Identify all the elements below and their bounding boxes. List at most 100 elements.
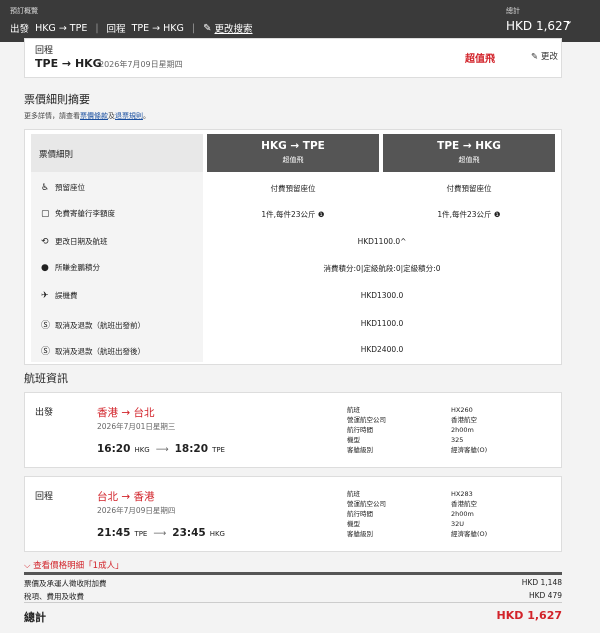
arr-code: TPE <box>212 446 225 454</box>
outbound-route: HKG → TPE <box>35 22 88 34</box>
row-value: 消費積分:0|定級航段:0|定級積分:0 <box>323 264 441 273</box>
detail-row: 營運航空公司 香港航空 <box>347 416 477 424</box>
fare-terms-link[interactable]: 票價條款 <box>80 112 108 120</box>
fare-column-outbound: HKG → TPE 超值飛 <box>207 134 379 172</box>
arr-time: 18:20 <box>174 443 209 455</box>
row-label: 預留座位 <box>55 183 85 192</box>
fare-note: 更多詳情，請查看票價條款及退票規則。 <box>24 111 150 121</box>
fare-rules-header-label: 票價細則 <box>39 150 74 160</box>
fare-surcharge-row: 票價及承運人徵收附加費 HKD 1,148 <box>24 578 562 589</box>
flight-times: 21:45 TPE ⟶ 23:45 HKG <box>97 527 225 539</box>
flight-cities: 香港 → 台北 <box>97 407 155 419</box>
return-card-label: 回程 <box>35 46 54 56</box>
fare-row-seat: ♿ 預留座位 付費預留座位 付費預留座位 <box>25 174 563 200</box>
detail-row: 航班 HX260 <box>347 406 473 414</box>
column-route: HKG → TPE <box>261 140 325 152</box>
return-route: TPE → HKG <box>131 22 184 34</box>
row-value: HKD2400.0 <box>360 345 404 354</box>
divider: | <box>95 22 99 34</box>
miles-icon: ● <box>41 263 49 273</box>
pencil-icon: ✎ <box>531 52 539 62</box>
fare-surcharge-label: 票價及承運人徵收附加費 <box>24 579 107 588</box>
dep-time: 21:45 <box>97 527 131 539</box>
flight-cities: 台北 → 香港 <box>97 491 155 503</box>
change-icon: ⟲ <box>41 237 49 247</box>
total-label: 總計 <box>24 611 46 624</box>
detail-row: 航行時間 2h00m <box>347 426 474 434</box>
dep-code: TPE <box>134 530 148 538</box>
total-label: 總計 <box>506 7 520 15</box>
edit-search-link[interactable]: 更改搜索 <box>214 21 252 35</box>
flight-info-title: 航班資訊 <box>24 372 68 385</box>
change-label: 更改 <box>540 52 558 62</box>
detail-row: 營運航空公司 香港航空 <box>347 500 477 508</box>
tax-row: 稅項、費用及收費 HKD 479 <box>24 591 562 602</box>
fare-summary-title: 票價細則摘要 <box>24 93 90 106</box>
flight-details: 航班 HX283 營運航空公司 香港航空 航行時間 2h00m 機型 32U 客艙級別經… <box>347 489 487 539</box>
row-label: 取消及退款（航班出發前） <box>55 321 145 330</box>
arr-time: 23:45 <box>172 527 206 539</box>
detail-row: 航班 HX283 <box>347 490 473 498</box>
chevron-down-icon: ⌵ <box>24 561 31 571</box>
fare-row-change: ⟲ 更改日期及航班 HKD1100.0^ <box>25 228 563 254</box>
divider <box>24 572 562 575</box>
row-label: 取消及退款（航班出發後） <box>55 347 145 356</box>
flight-card-return: 回程 台北 → 香港 2026年7月09日星期四 21:45 TPE ⟶ 23:… <box>24 476 562 552</box>
arrow-icon: ⟶ <box>155 445 169 455</box>
dep-code: HKG <box>134 446 150 454</box>
refund-rules-link[interactable]: 退票規則 <box>115 112 143 120</box>
fare-type-badge: 超值飛 <box>465 54 495 65</box>
flight-times: 16:20 HKG ⟶ 18:20 TPE <box>97 443 225 455</box>
chevron-down-icon[interactable]: ⌄ <box>564 14 573 27</box>
fare-column-return: TPE → HKG 超值飛 <box>383 134 555 172</box>
fare-row-baggage: ▢ 免費寄艙行李額度 1件,每件23公斤 ❶ 1件,每件23公斤 ❶ <box>25 200 563 226</box>
note-suffix: 。 <box>143 112 150 120</box>
plane-icon: ✈ <box>41 291 49 301</box>
tax-value: HKD 479 <box>528 591 562 600</box>
row-value-return: 付費預留座位 <box>446 184 492 193</box>
arrow-icon: ⟶ <box>153 529 167 539</box>
seat-icon: ♿ <box>41 183 50 193</box>
refund-icon: Ⓢ <box>41 347 51 357</box>
row-value: HKD1300.0 <box>360 291 404 300</box>
flight-date: 2026年7月01日星期三 <box>97 422 176 431</box>
edit-icon: ✎ <box>203 22 212 34</box>
fare-row-refund-before: Ⓢ 取消及退款（航班出發前） HKD1100.0 <box>25 310 563 336</box>
row-label: 更改日期及航班 <box>55 237 108 246</box>
detail-row: 航行時間 2h00m <box>347 510 474 518</box>
change-flight-button[interactable]: ✎ 更改 <box>531 50 558 62</box>
return-flight-card: 回程 TPE → HKG 2026年7月09日星期四 超值飛 ✎ 更改 <box>24 38 562 78</box>
detail-row: 機型 32U <box>347 520 465 528</box>
row-label: 所賺金鵬積分 <box>55 263 100 272</box>
total-price: HKD 1,627 <box>496 609 562 622</box>
divider: | <box>191 22 196 34</box>
total-value: HKD 1,627 <box>506 19 571 33</box>
tax-label: 稅項、費用及收費 <box>24 592 84 601</box>
flight-details: 航班 HX260 營運航空公司 香港航空 航行時間 2h00m 機型 325 客艙級別經… <box>347 405 487 455</box>
row-value: HKD1100.0^ <box>357 237 407 246</box>
row-value-return[interactable]: 1件,每件23公斤 ❶ <box>383 209 555 220</box>
view-price-label: 查看價格明細「1成人」 <box>33 561 124 571</box>
fare-row-miles: ● 所賺金鵬積分 消費積分:0|定級航段:0|定級積分:0 <box>25 254 563 280</box>
total-row: 總計 HKD 1,627 <box>24 609 562 625</box>
row-value-outbound: 付費預留座位 <box>270 184 316 193</box>
return-card-date: 2026年7月09日星期四 <box>99 60 183 69</box>
row-value: HKD1100.0 <box>360 319 404 328</box>
divider <box>24 602 562 603</box>
fare-row-noshow: ✈ 誤機費 HKD1300.0 <box>25 282 563 308</box>
booking-summary-label: 預訂概覽 <box>10 7 38 15</box>
flight-direction: 回程 <box>35 492 54 502</box>
dep-time: 16:20 <box>97 443 131 455</box>
fare-rules-header: 票價細則 <box>31 134 203 172</box>
return-card-route: TPE → HKG <box>35 57 102 70</box>
view-price-detail-toggle[interactable]: ⌵ 查看價格明細「1成人」 <box>24 559 124 571</box>
detail-row: 客艙級別 經濟客艙(O) <box>347 446 488 454</box>
column-route: TPE → HKG <box>437 140 501 152</box>
price-summary: 票價及承運人徵收附加費 HKD 1,148 稅項、費用及收費 HKD 479 總… <box>24 572 562 628</box>
flight-card-outbound: 出發 香港 → 台北 2026年7月01日星期三 16:20 HKG ⟶ 18:… <box>24 392 562 468</box>
row-value-outbound[interactable]: 1件,每件23公斤 ❶ <box>207 209 379 220</box>
booking-summary-bar: 預訂概覽 出發 HKG → TPE | 回程 TPE → HKG | ✎ 更改搜… <box>0 0 600 42</box>
fare-rules-table: 票價細則 HKG → TPE 超值飛 TPE → HKG 超值飛 ♿ 預留座位 付… <box>24 129 562 365</box>
arr-code: HKG <box>209 530 225 538</box>
column-fare: 超值飛 <box>458 156 480 164</box>
